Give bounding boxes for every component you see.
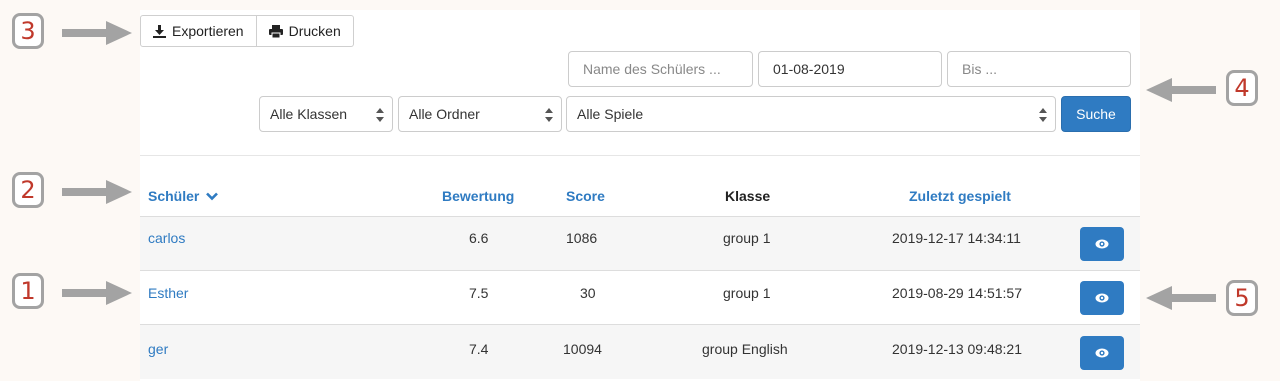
rating-cell: 7.5: [469, 285, 489, 301]
search-button[interactable]: Suche: [1061, 96, 1131, 132]
student-name-link[interactable]: carlos: [148, 230, 185, 246]
callout-badge-3: 3: [12, 13, 44, 49]
class-select-value: Alle Klassen: [270, 106, 348, 122]
last-played-cell: 2019-12-13 09:48:21: [892, 341, 1022, 357]
callout-badge-1: 1: [12, 273, 44, 309]
download-icon: [153, 24, 166, 38]
class-cell: group 1: [723, 230, 771, 246]
date-from-input[interactable]: [758, 51, 942, 87]
print-button-label: Drucken: [288, 23, 341, 39]
export-button[interactable]: Exportieren: [140, 15, 257, 47]
table-header: Schüler Bewertung Score Klasse Zuletzt g…: [140, 178, 1140, 218]
game-select-value: Alle Spiele: [577, 106, 644, 122]
left-arrow-icon: [1146, 78, 1216, 102]
left-arrow-icon: [1146, 286, 1216, 310]
view-button[interactable]: [1080, 336, 1124, 370]
folder-select[interactable]: Alle Ordner: [398, 96, 562, 132]
class-cell: group 1: [723, 285, 771, 301]
eye-icon: [1095, 239, 1109, 249]
score-cell: 30: [580, 285, 596, 301]
print-button[interactable]: Drucken: [256, 15, 354, 47]
rating-cell: 6.6: [469, 230, 489, 246]
chevron-down-icon: [206, 192, 219, 201]
last-played-column-header[interactable]: Zuletzt gespielt: [909, 188, 1011, 204]
class-select[interactable]: Alle Klassen: [259, 96, 393, 132]
student-name-link[interactable]: ger: [148, 341, 168, 357]
rating-cell: 7.4: [469, 341, 489, 357]
callout-badge-2: 2: [12, 172, 44, 208]
eye-icon: [1095, 293, 1109, 303]
right-arrow-icon: [62, 21, 132, 45]
rating-column-header[interactable]: Bewertung: [442, 188, 514, 204]
score-column-header[interactable]: Score: [566, 188, 605, 204]
export-button-label: Exportieren: [172, 23, 244, 39]
view-button[interactable]: [1080, 227, 1124, 261]
student-column-label: Schüler: [148, 188, 200, 204]
right-arrow-icon: [62, 281, 132, 305]
callout-badge-5: 5: [1226, 280, 1258, 316]
view-button[interactable]: [1080, 281, 1124, 315]
table-row: ger 7.4 10094 group English 2019-12-13 0…: [140, 325, 1140, 379]
student-column-header[interactable]: Schüler: [148, 188, 219, 204]
game-select[interactable]: Alle Spiele: [566, 96, 1056, 132]
select-arrows-icon: [1039, 108, 1047, 122]
export-print-toolbar: Exportieren Drucken: [140, 15, 354, 47]
select-arrows-icon: [545, 108, 553, 122]
select-arrows-icon: [376, 108, 384, 122]
score-cell: 1086: [566, 230, 598, 246]
eye-icon: [1095, 348, 1109, 358]
divider: [140, 155, 1140, 156]
table-row: Esther 7.5 30 group 1 2019-08-29 14:51:5…: [140, 271, 1140, 325]
student-name-link[interactable]: Esther: [148, 285, 188, 301]
folder-select-value: Alle Ordner: [409, 106, 480, 122]
callout-badge-4: 4: [1226, 70, 1258, 106]
student-name-input[interactable]: [568, 51, 753, 87]
right-arrow-icon: [62, 180, 132, 204]
class-column-header: Klasse: [725, 188, 771, 204]
class-cell: group English: [702, 341, 788, 357]
score-cell: 10094: [563, 341, 602, 357]
date-to-input[interactable]: [947, 51, 1131, 87]
table-row: carlos 6.6 1086 group 1 2019-12-17 14:34…: [140, 217, 1140, 271]
last-played-cell: 2019-08-29 14:51:57: [892, 285, 1022, 301]
last-played-cell: 2019-12-17 14:34:11: [892, 230, 1021, 246]
printer-icon: [268, 24, 283, 38]
